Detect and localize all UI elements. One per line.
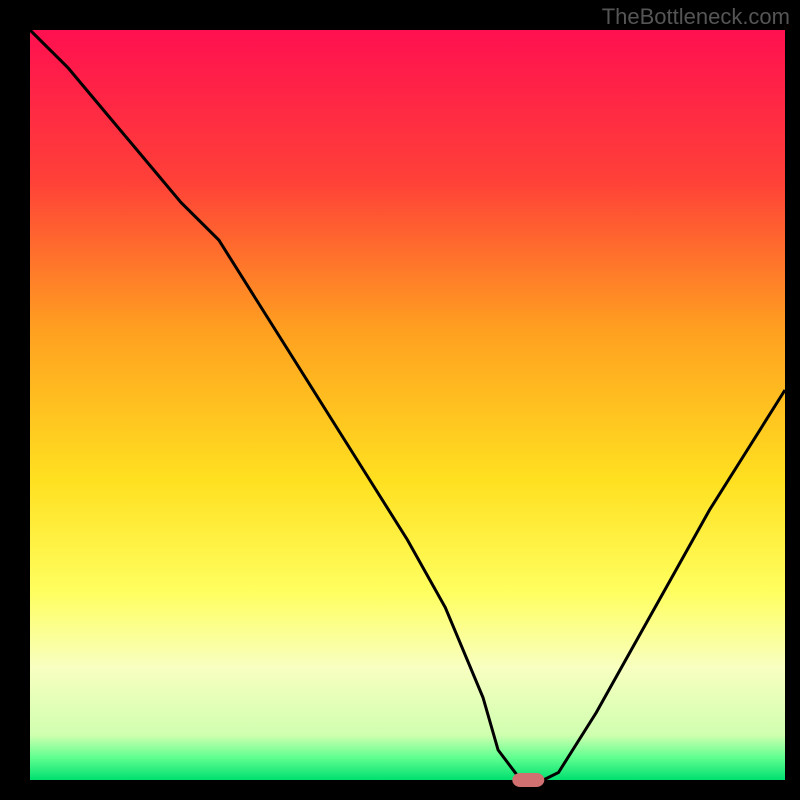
gradient-background bbox=[30, 30, 785, 780]
optimal-point-marker bbox=[512, 773, 544, 787]
chart-container: TheBottleneck.com bbox=[0, 0, 800, 800]
chart-svg bbox=[0, 0, 800, 800]
y-axis bbox=[0, 0, 30, 800]
x-axis bbox=[0, 780, 800, 800]
watermark-text: TheBottleneck.com bbox=[602, 4, 790, 30]
